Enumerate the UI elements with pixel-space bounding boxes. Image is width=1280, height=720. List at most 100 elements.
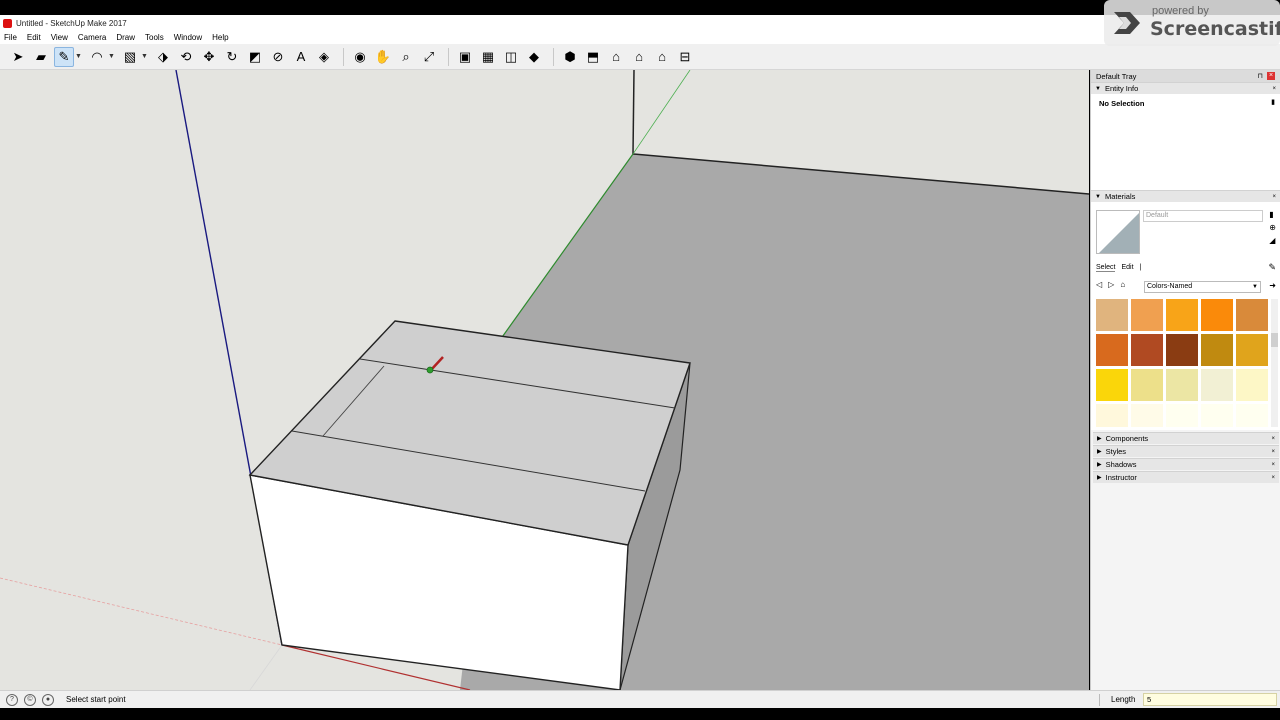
panel-close-icon[interactable]: ×	[1271, 462, 1275, 468]
material-swatch[interactable]	[1236, 369, 1268, 401]
panel-title: Styles	[1105, 447, 1127, 456]
scale-tool[interactable]: ◩	[245, 47, 265, 67]
panel-instructor[interactable]: ▶ Instructor ×	[1093, 471, 1279, 483]
material-swatch[interactable]	[1236, 404, 1268, 427]
ruby-tool[interactable]: ◆	[524, 47, 544, 67]
panel-close-icon[interactable]: ×	[1271, 436, 1275, 442]
material-swatch[interactable]	[1131, 404, 1163, 427]
material-swatch[interactable]	[1131, 369, 1163, 401]
tab-select[interactable]: Select	[1096, 264, 1116, 272]
menu-file[interactable]: File	[4, 33, 17, 42]
line-tool[interactable]: ✎	[54, 46, 74, 67]
zoom-tool[interactable]: ⌕	[396, 47, 416, 67]
menu-draw[interactable]: Draw	[116, 33, 135, 42]
menu-edit[interactable]: Edit	[27, 33, 41, 42]
home-icon[interactable]: ⌂	[1120, 280, 1125, 289]
menu-help[interactable]: Help	[212, 33, 228, 42]
wall-corner-edge	[632, 70, 635, 155]
material-swatch[interactable]	[1236, 299, 1268, 331]
text-tool[interactable]: A	[291, 47, 311, 67]
measurements-label: Length	[1111, 695, 1136, 704]
user-icon[interactable]: ●	[42, 693, 54, 706]
panel-close-icon[interactable]: ×	[1271, 475, 1275, 481]
select-tool[interactable]: ➤	[8, 47, 28, 67]
left-view[interactable]: ⊟	[675, 47, 695, 67]
menu-camera[interactable]: Camera	[78, 33, 106, 42]
push-pull-tool[interactable]: ⬗	[153, 47, 173, 67]
entity-info-header[interactable]: ▼ Entity Info ×	[1091, 82, 1280, 94]
tray-header: Default Tray ⊓ ×	[1091, 70, 1280, 82]
orbit-tool[interactable]: ◉	[350, 47, 370, 67]
iso-view[interactable]: ⬢	[560, 47, 580, 67]
material-swatch[interactable]	[1166, 404, 1198, 427]
material-swatch[interactable]	[1201, 334, 1233, 366]
pan-tool[interactable]: ✋	[373, 47, 393, 67]
modeling-viewport[interactable]	[0, 70, 1089, 690]
iso-view-icon: ⬢	[564, 49, 576, 64]
entity-detail-icon[interactable]: ▮	[1271, 98, 1275, 106]
create-material-icon[interactable]: ⊕	[1269, 223, 1276, 232]
material-swatch[interactable]	[1201, 404, 1233, 427]
measurements-input[interactable]: 5	[1143, 693, 1277, 706]
panel-styles[interactable]: ▶ Styles ×	[1093, 445, 1279, 457]
material-swatch[interactable]	[1096, 299, 1128, 331]
material-swatch[interactable]	[1201, 299, 1233, 331]
arc-tool[interactable]: ◠	[87, 47, 107, 67]
chevron-down-icon[interactable]: ▼	[75, 53, 83, 60]
paint-bucket-tool[interactable]: ◈	[314, 47, 334, 67]
offset-tool[interactable]: ⟲	[176, 47, 196, 67]
default-material-icon[interactable]: ◢	[1269, 236, 1276, 245]
panel-shadows[interactable]: ▶ Shadows ×	[1093, 458, 1279, 470]
warehouse-tool[interactable]: ▣	[455, 47, 475, 67]
credits-icon[interactable]: ©	[24, 693, 36, 706]
material-name-field[interactable]: Default	[1143, 210, 1263, 222]
eraser-tool[interactable]: ▰	[31, 47, 51, 67]
zoom-extents-tool[interactable]: ⤢	[419, 47, 439, 67]
toolbar-separator	[343, 47, 344, 66]
swatch-scrollbar[interactable]	[1271, 299, 1278, 427]
arc-icon: ◠	[91, 49, 103, 64]
materials-header[interactable]: ▼ Materials ×	[1091, 190, 1280, 202]
chevron-down-icon[interactable]: ▼	[141, 53, 149, 60]
right-view[interactable]: ⌂	[629, 47, 649, 67]
geo-location-icon[interactable]: ?	[6, 693, 18, 706]
material-swatch[interactable]	[1166, 299, 1198, 331]
move-tool[interactable]: ✥	[199, 47, 219, 67]
panel-components[interactable]: ▶ Components ×	[1093, 432, 1279, 444]
toolbar-separator	[448, 47, 449, 66]
material-swatch[interactable]	[1131, 299, 1163, 331]
shape-tool[interactable]: ▧	[120, 47, 140, 67]
panel-close-icon[interactable]: ×	[1272, 194, 1276, 200]
front-view[interactable]: ⌂	[606, 47, 626, 67]
material-swatch[interactable]	[1201, 369, 1233, 401]
material-swatch[interactable]	[1131, 334, 1163, 366]
material-swatch[interactable]	[1166, 369, 1198, 401]
panel-close-icon[interactable]: ×	[1271, 449, 1275, 455]
material-swatch[interactable]	[1096, 334, 1128, 366]
material-swatch[interactable]	[1096, 404, 1128, 427]
rotate-tool[interactable]: ↻	[222, 47, 242, 67]
forward-icon[interactable]: ▷	[1108, 280, 1114, 289]
panel-close-icon[interactable]: ×	[1272, 86, 1276, 92]
material-swatch[interactable]	[1096, 369, 1128, 401]
details-arrow-icon[interactable]: ➜	[1269, 281, 1276, 290]
menu-view[interactable]: View	[51, 33, 68, 42]
material-swatch[interactable]	[1166, 334, 1198, 366]
top-view[interactable]: ⬒	[583, 47, 603, 67]
back-icon[interactable]: ◁	[1096, 280, 1102, 289]
extension-warehouse-tool[interactable]: ▦	[478, 47, 498, 67]
material-swatch[interactable]	[1236, 334, 1268, 366]
tape-measure-tool[interactable]: ⊘	[268, 47, 288, 67]
chevron-down-icon[interactable]: ▼	[108, 53, 116, 60]
back-view[interactable]: ⌂	[652, 47, 672, 67]
library-dropdown[interactable]: Colors-Named ▼	[1144, 281, 1261, 293]
menu-tools[interactable]: Tools	[145, 33, 164, 42]
menu-window[interactable]: Window	[174, 33, 202, 42]
material-preview	[1096, 210, 1140, 254]
share-model-tool[interactable]: ◫	[501, 47, 521, 67]
tray-pin-icon[interactable]: ⊓	[1258, 72, 1263, 80]
display-secondary-icon[interactable]: ▮	[1269, 210, 1276, 219]
sample-paint-icon[interactable]: ✎	[1268, 262, 1276, 273]
tray-close-icon[interactable]: ×	[1267, 72, 1275, 80]
tab-edit[interactable]: Edit	[1121, 264, 1133, 272]
